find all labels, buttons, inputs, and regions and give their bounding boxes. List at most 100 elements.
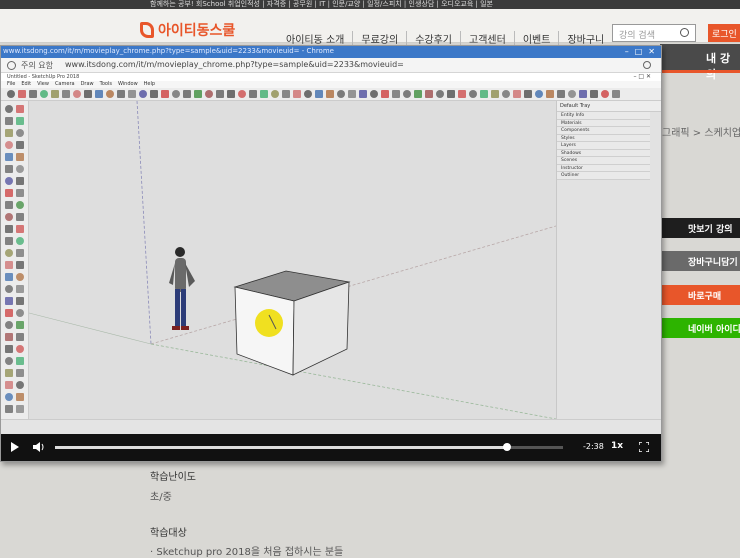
maximize-icon[interactable]: □ — [635, 47, 643, 56]
nav-free-lectures[interactable]: 무료강의 — [353, 31, 408, 46]
toolbar-tool-icon — [601, 90, 609, 98]
seek-handle[interactable] — [503, 443, 512, 451]
left-tool-icon — [5, 405, 13, 413]
menu-edit: Edit — [21, 81, 32, 87]
toolbar-tool-icon — [106, 90, 114, 98]
nav-about[interactable]: 아이티동 소개 — [278, 31, 354, 46]
info-icon[interactable] — [7, 61, 16, 70]
video-seek-bar[interactable] — [55, 443, 563, 451]
volume-icon[interactable] — [33, 442, 45, 452]
toolbar-tool-icon — [425, 90, 433, 98]
minimize-icon[interactable]: – — [625, 47, 629, 56]
nav-support[interactable]: 고객센터 — [461, 31, 515, 46]
toolbar-tool-icon — [161, 90, 169, 98]
left-tool-icon — [16, 345, 24, 353]
difficulty-value: 초/중 — [150, 492, 172, 503]
address-bar[interactable]: 주의 요함 www.itsdong.com/it/m/movieplay_chr… — [1, 58, 661, 73]
nav-cart[interactable]: 장바구니 — [559, 31, 612, 46]
video-frame[interactable]: Untitled - SketchUp Pro 2018 – □ ✕ File … — [1, 73, 661, 434]
left-tool-icon — [5, 357, 13, 365]
left-tool-icon — [16, 201, 24, 209]
left-tool-icon — [16, 285, 24, 293]
toolbar-tool-icon — [73, 90, 81, 98]
left-tool-icon — [16, 105, 24, 113]
toolbar-tool-icon — [29, 90, 37, 98]
left-tool-icon — [5, 153, 13, 161]
left-tool-icon — [5, 369, 13, 377]
left-tool-icon — [5, 165, 13, 173]
left-tool-icon — [16, 213, 24, 221]
left-tool-icon — [5, 237, 13, 245]
toolbar-tool-icon — [238, 90, 246, 98]
toolbar-tool-icon — [260, 90, 268, 98]
cursor-highlight — [255, 309, 283, 337]
left-tool-icon — [16, 237, 24, 245]
toolbar-tool-icon — [249, 90, 257, 98]
toolbar-tool-icon — [95, 90, 103, 98]
toolbar-tool-icon — [590, 90, 598, 98]
left-tool-icon — [16, 177, 24, 185]
site-search-input[interactable]: 강의 검색 — [612, 24, 696, 42]
left-tool-icon — [5, 249, 13, 257]
naver-login-button[interactable]: 네이버 아이디로 — [660, 318, 740, 338]
play-icon[interactable] — [11, 442, 19, 452]
difficulty-label: 학습난이도 — [150, 472, 196, 483]
nav-events[interactable]: 이벤트 — [515, 31, 560, 46]
menu-view: View — [37, 81, 49, 87]
left-tool-icon — [16, 309, 24, 317]
close-icon[interactable]: ✕ — [648, 47, 655, 56]
search-icon[interactable] — [680, 28, 689, 37]
left-tool-icon — [16, 189, 24, 197]
toolbar-tool-icon — [128, 90, 136, 98]
menu-camera: Camera — [54, 81, 75, 87]
video-player-window: www.itsdong.com/it/m/movieplay_chrome.ph… — [0, 45, 662, 462]
toolbar-tool-icon — [491, 90, 499, 98]
toolbar-tool-icon — [62, 90, 70, 98]
left-tool-icon — [5, 297, 13, 305]
left-tool-icon — [5, 117, 13, 125]
left-tool-icon — [5, 105, 13, 113]
left-tool-icon — [16, 117, 24, 125]
toolbar-tool-icon — [513, 90, 521, 98]
tray-item-entity-info: Entity Info — [557, 112, 650, 120]
tray-item-styles: Styles — [557, 134, 650, 142]
playback-speed-button[interactable]: 1x — [611, 441, 623, 451]
login-button[interactable]: 로그인 — [708, 24, 740, 42]
left-tool-icon — [16, 129, 24, 137]
toolbar-tool-icon — [18, 90, 26, 98]
accent-line — [660, 70, 740, 73]
left-tool-icon — [16, 333, 24, 341]
sketchup-status-bar — [1, 419, 661, 434]
toolbar-tool-icon — [293, 90, 301, 98]
window-title-bar[interactable]: www.itsdong.com/it/m/movieplay_chrome.ph… — [1, 46, 661, 58]
left-tool-icon — [5, 177, 13, 185]
my-courses-band[interactable]: 내 강의 — [660, 44, 740, 81]
toolbar-tool-icon — [183, 90, 191, 98]
sketchup-menu-bar: File Edit View Camera Draw Tools Window … — [1, 81, 661, 88]
toolbar-tool-icon — [447, 90, 455, 98]
toolbar-tool-icon — [282, 90, 290, 98]
left-tool-icon — [16, 273, 24, 281]
security-warning[interactable]: 주의 요함 — [21, 60, 53, 71]
toolbar-tool-icon — [216, 90, 224, 98]
seek-progress — [55, 446, 508, 449]
left-tool-icon — [16, 141, 24, 149]
toolbar-tool-icon — [502, 90, 510, 98]
add-to-cart-button[interactable]: 장바구니담기 — [660, 251, 740, 271]
zoom-icon[interactable] — [643, 61, 651, 69]
nav-reviews[interactable]: 수강후기 — [407, 31, 462, 46]
left-tool-icon — [16, 381, 24, 389]
sample-lecture-button[interactable]: 맛보기 강의 — [660, 218, 740, 238]
tray-item-materials: Materials — [557, 119, 650, 127]
toolbar-tool-icon — [370, 90, 378, 98]
tray-item-layers: Layers — [557, 142, 650, 150]
fullscreen-icon[interactable] — [639, 442, 649, 452]
tray-title: Default Tray — [557, 101, 661, 112]
toolbar-tool-icon — [172, 90, 180, 98]
sketchup-left-toolbar — [1, 101, 29, 434]
buy-now-button[interactable]: 바로구매 — [660, 285, 740, 305]
site-logo[interactable]: 아이티동스쿨 — [140, 20, 235, 40]
toolbar-tool-icon — [326, 90, 334, 98]
left-tool-icon — [16, 225, 24, 233]
url-text[interactable]: www.itsdong.com/it/m/movieplay_chrome.ph… — [65, 60, 404, 69]
